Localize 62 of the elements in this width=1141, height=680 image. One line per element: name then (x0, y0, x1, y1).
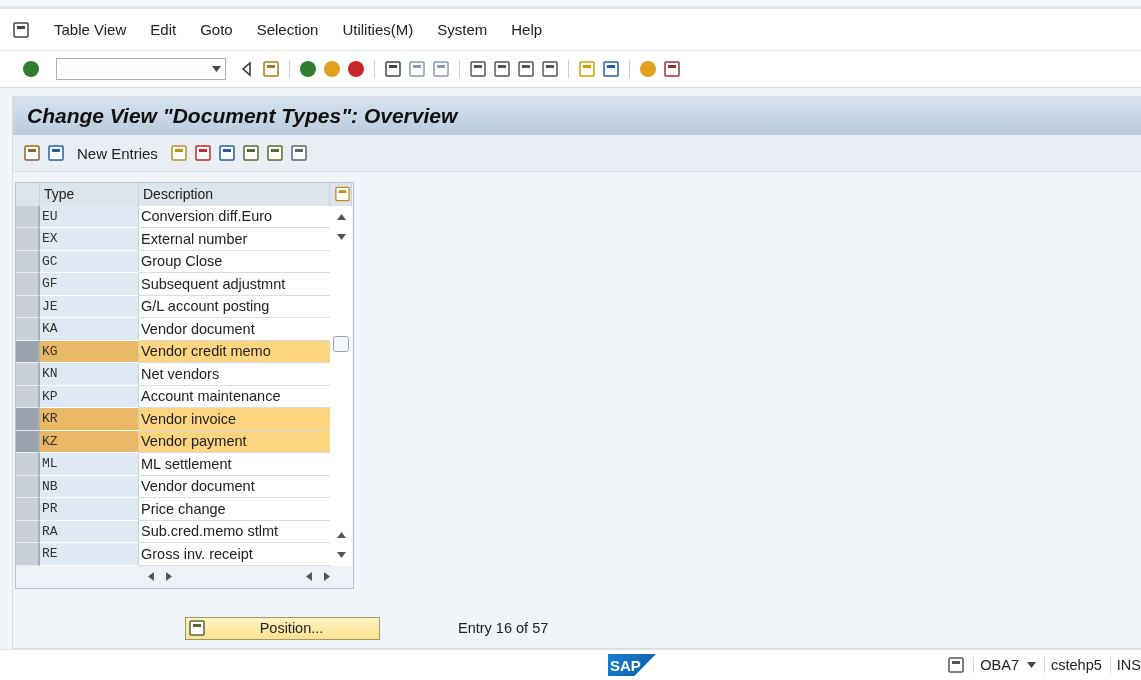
table-cell: Vendor credit memo (139, 340, 330, 363)
table-cell: Vendor payment (139, 430, 330, 453)
table-cell: ML (40, 453, 139, 476)
table-cell: GC (40, 250, 139, 273)
table-cell: Vendor document (139, 475, 330, 498)
sap-logo: SAP (608, 654, 656, 676)
table-cell: Gross inv. receipt (139, 543, 330, 566)
table-cell: Subsequent adjustmnt (139, 273, 330, 296)
table-cell: Vendor invoice (139, 408, 330, 431)
table-cell: External number (139, 228, 330, 251)
dropdown-caret-icon (1027, 662, 1037, 668)
column-header[interactable]: Description (139, 183, 330, 206)
scroll-right-icon[interactable] (324, 572, 330, 582)
vertical-scrollbar[interactable] (330, 205, 352, 566)
menu-item[interactable]: Selection (256, 21, 319, 38)
table-cell: NB (40, 475, 139, 498)
scroll-right-icon[interactable] (166, 572, 172, 582)
new-entries-button[interactable]: New Entries (71, 144, 164, 162)
dropdown-caret-icon (212, 66, 221, 72)
scroll-down-icon[interactable] (336, 233, 346, 240)
table-cell: GF (40, 273, 139, 296)
table-cell: Conversion diff.Euro (139, 205, 330, 228)
table-cell: KN (40, 363, 139, 386)
menu-item[interactable]: Goto (200, 21, 233, 38)
scroll-thumb[interactable] (333, 336, 349, 353)
table-cell: PR (40, 498, 139, 521)
command-field[interactable] (56, 58, 226, 80)
table-cell: G/L account posting (139, 295, 330, 318)
menu-item[interactable]: Utilities(M) (342, 21, 414, 38)
table-cell: Group Close (139, 250, 330, 273)
table-cell: KG (40, 340, 139, 363)
table-cell: RE (40, 543, 139, 566)
table-cell: Sub.cred.memo stlmt (139, 520, 330, 543)
table-cell: Account maintenance (139, 385, 330, 408)
menu-item[interactable]: Edit (150, 21, 177, 38)
table-cell: KR (40, 408, 139, 431)
scroll-up-icon[interactable] (336, 531, 346, 538)
scroll-left-icon[interactable] (306, 572, 312, 582)
position-button[interactable]: Position... (185, 616, 380, 640)
table-cell: KP (40, 385, 139, 408)
menu-item[interactable]: Help (511, 21, 543, 38)
table-cell: Vendor document (139, 318, 330, 341)
screen-title: Change View "Document Types": Overview (27, 104, 458, 128)
scroll-up-icon[interactable] (336, 213, 346, 220)
transaction-code[interactable]: OBA7 (973, 657, 1020, 673)
table-cell: EU (40, 205, 139, 228)
column-header[interactable]: Type (40, 183, 139, 206)
table-cell: KA (40, 318, 139, 341)
table-cell: Price change (139, 498, 330, 521)
table-cell: Net vendors (139, 363, 330, 386)
menu-item[interactable]: System (437, 21, 488, 38)
table-cell: JE (40, 295, 139, 318)
menu-item[interactable]: Table View (54, 21, 127, 38)
table-cell: EX (40, 228, 139, 251)
table-cell: KZ (40, 430, 139, 453)
server-name: cstehp5 (1044, 657, 1102, 673)
insert-mode: INS (1109, 657, 1141, 673)
table-cell: ML settlement (139, 453, 330, 476)
table-cell: RA (40, 520, 139, 543)
scroll-left-icon[interactable] (148, 572, 154, 582)
entry-count: Entry 16 of 57 (458, 620, 549, 636)
scroll-down-icon[interactable] (336, 551, 346, 558)
